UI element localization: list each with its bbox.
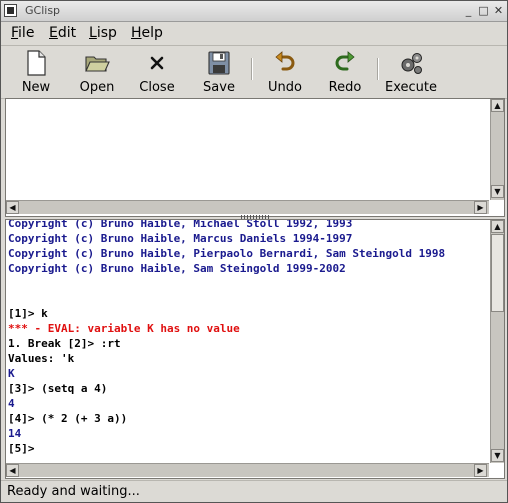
title-bar[interactable]: GClisp _ □ ✕ — [1, 1, 507, 22]
redo-label: Redo — [328, 80, 362, 95]
console-line: Values: 'k — [8, 352, 75, 365]
toolbar-separator — [377, 58, 379, 80]
console-line: [3]> (setq a 4) — [8, 382, 108, 395]
scroll-up-arrow-icon[interactable]: ▲ — [491, 99, 504, 112]
window-title: GClisp — [25, 4, 61, 17]
editor-text-area[interactable] — [6, 99, 489, 200]
console-vertical-scrollbar[interactable]: ▲ ▼ — [490, 220, 504, 463]
save-label: Save — [203, 80, 235, 95]
new-button[interactable]: New — [15, 50, 57, 96]
maximize-icon[interactable]: □ — [477, 4, 490, 17]
menu-file-mnemonic: F — [11, 25, 19, 41]
redo-arrow-icon — [335, 51, 355, 71]
console-horizontal-scrollbar[interactable]: ◀ ▶ — [6, 463, 489, 477]
open-label: Open — [79, 80, 115, 95]
close-window-icon[interactable]: ✕ — [492, 4, 505, 17]
scroll-right-arrow-icon[interactable]: ▶ — [474, 464, 487, 477]
execute-gears-icon — [401, 53, 422, 74]
editor-horizontal-scrollbar[interactable]: ◀ ▶ — [6, 200, 489, 214]
console-line: Copyright (c) Bruno Haible, Sam Steingol… — [8, 262, 346, 275]
console-line: Copyright (c) Bruno Haible, Michael Stol… — [8, 220, 353, 230]
menu-help-mnemonic: H — [131, 25, 142, 41]
editor-vertical-scrollbar[interactable]: ▲ ▼ — [490, 99, 504, 200]
open-button[interactable]: Open — [75, 50, 119, 96]
open-folder-icon — [85, 56, 110, 72]
undo-button[interactable]: Undo — [263, 50, 307, 96]
redo-button[interactable]: Redo — [323, 50, 367, 96]
scrollbar-thumb[interactable] — [491, 234, 504, 312]
undo-arrow-icon — [275, 51, 295, 71]
menu-edit-rest: dit — [57, 25, 77, 41]
execute-label: Execute — [385, 80, 437, 95]
scroll-left-arrow-icon[interactable]: ◀ — [6, 201, 19, 214]
minimize-icon[interactable]: _ — [462, 4, 475, 17]
menu-file-rest: ile — [18, 25, 35, 41]
scroll-down-arrow-icon[interactable]: ▼ — [491, 449, 504, 462]
console-line: [4]> (* 2 (+ 3 a)) — [8, 412, 128, 425]
save-disk-icon — [208, 51, 230, 75]
editor-pane: ▲ ▼ ◀ ▶ — [5, 98, 505, 217]
console-line: [1]> k — [8, 307, 48, 320]
console-line: [5]> — [8, 442, 35, 455]
menu-lisp[interactable]: Lisp — [89, 25, 117, 41]
console-line: *** - EVAL: variable K has no value — [8, 322, 240, 335]
menu-edit-mnemonic: E — [49, 25, 58, 41]
new-label: New — [21, 80, 51, 95]
scroll-down-arrow-icon[interactable]: ▼ — [491, 185, 504, 198]
scroll-up-arrow-icon[interactable]: ▲ — [491, 220, 504, 233]
toolbar-separator — [251, 58, 253, 80]
menu-edit[interactable]: Edit — [49, 25, 76, 41]
console-line: K — [8, 367, 15, 380]
close-label: Close — [139, 80, 175, 95]
console-line: 1. Break [2]> :rt — [8, 337, 121, 350]
gclisp-window: GClisp _ □ ✕ File Edit Lisp Help New Ope… — [0, 0, 508, 503]
new-file-icon — [27, 50, 46, 76]
console-line: Copyright (c) Bruno Haible, Marcus Danie… — [8, 232, 353, 245]
status-bar: Ready and waiting... — [1, 480, 507, 502]
console-line: 4 — [8, 397, 15, 410]
close-button[interactable]: Close — [135, 50, 179, 96]
close-x-icon — [150, 56, 164, 70]
menu-lisp-mnemonic: L — [89, 25, 97, 41]
menu-lisp-rest: isp — [96, 25, 117, 41]
lisp-console-output[interactable]: Copyright (c) Bruno Haible, Michael Stol… — [6, 220, 488, 461]
console-line: 14 — [8, 427, 22, 440]
execute-button[interactable]: Execute — [385, 50, 437, 96]
menu-help-rest: elp — [141, 25, 163, 41]
scroll-right-arrow-icon[interactable]: ▶ — [474, 201, 487, 214]
save-button[interactable]: Save — [197, 50, 241, 96]
scroll-left-arrow-icon[interactable]: ◀ — [6, 464, 19, 477]
status-text: Ready and waiting... — [7, 484, 140, 499]
toolbar: New Open Close Save Undo Redo Execute — [1, 46, 507, 99]
menu-bar: File Edit Lisp Help — [1, 22, 507, 46]
undo-label: Undo — [268, 80, 302, 95]
menu-help[interactable]: Help — [131, 25, 163, 41]
app-icon[interactable] — [4, 4, 17, 17]
menu-file[interactable]: File — [11, 25, 34, 41]
console-line: Copyright (c) Bruno Haible, Pierpaolo Be… — [8, 247, 446, 260]
